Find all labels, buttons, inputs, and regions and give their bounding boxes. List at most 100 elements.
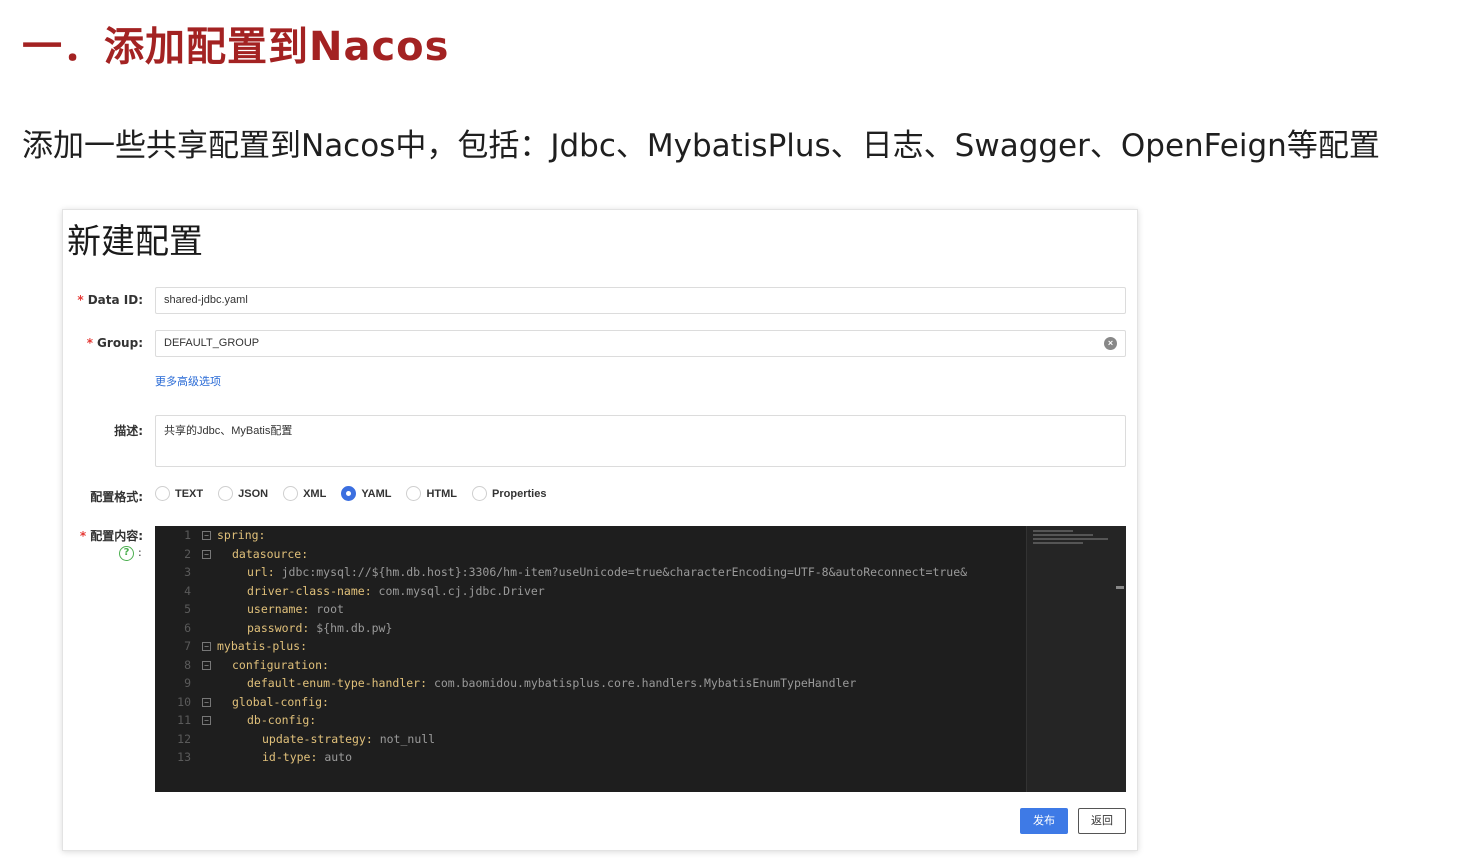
fold-toggle-icon[interactable]: − [202, 716, 211, 725]
radio-yaml[interactable]: YAML [341, 486, 391, 501]
yaml-key: global-config: [232, 694, 329, 709]
yaml-key: id-type: [262, 750, 318, 764]
code-line[interactable]: 13 id-type: auto [155, 748, 1025, 767]
minimap-line [1033, 534, 1093, 536]
code-line[interactable]: 12 update-strategy: not_null [155, 730, 1025, 749]
slide-description: 添加一些共享配置到Nacos中，包括：Jdbc、MybatisPlus、日志、S… [22, 128, 1380, 164]
code-line[interactable]: 4 driver-class-name: com.mysql.cj.jdbc.Dr… [155, 582, 1025, 601]
code-text: id-type: auto [262, 748, 352, 767]
code-text: global-config: [232, 693, 329, 712]
yaml-key: username: [247, 602, 310, 616]
line-number: 11 [177, 713, 191, 727]
yaml-value: com.mysql.cj.jdbc.Driver [371, 583, 545, 598]
group-input[interactable]: DEFAULT_GROUP × [155, 330, 1126, 357]
minimap-line [1033, 530, 1073, 532]
code-text: username: root [247, 600, 344, 619]
code-line[interactable]: 1 − spring: [155, 526, 1025, 545]
help-colon: : [138, 546, 142, 559]
radio-circle-icon [406, 486, 422, 501]
line-number: 3 [184, 565, 191, 579]
yaml-value: com.baomidou.mybatisplus.core.handlers.M… [427, 676, 857, 690]
minimap-line [1033, 542, 1083, 544]
yaml-value: ${hm.db.pw} [309, 620, 393, 635]
yaml-key: password: [247, 620, 310, 635]
yaml-key: spring: [217, 528, 266, 542]
help-icon[interactable]: ? [119, 546, 134, 561]
fold-toggle-icon[interactable]: − [202, 531, 211, 540]
code-text: password: ${hm.db.pw} [247, 619, 392, 638]
group-label: * Group: [86, 336, 143, 350]
editor-minimap[interactable] [1026, 526, 1126, 792]
line-number: 2 [184, 546, 191, 561]
editor-scrollbar[interactable] [1116, 586, 1124, 589]
code-text: url: jdbc:mysql://${hm.db.host}:3306/hm-… [247, 563, 967, 582]
radio-html[interactable]: HTML [406, 486, 457, 501]
code-text: default-enum-type-handler: com.baomidou.… [247, 674, 856, 693]
format-label: 配置格式: [90, 490, 143, 504]
code-editor[interactable]: 1− spring: 2− datasource: 3 url: jdbc:mysql:/… [155, 526, 1126, 792]
description-textarea[interactable]: 共享的Jdbc、MyBatis配置 [155, 415, 1126, 467]
line-number: 8 [184, 657, 191, 672]
code-text: spring: [217, 526, 265, 545]
code-line[interactable]: 9 default-enum-type-handler: com.baomidou… [155, 674, 1025, 693]
line-number: 4 [184, 583, 191, 598]
radio-circle-icon [472, 486, 488, 501]
format-radio-group: TEXT JSON XML YAML HTML Properties [155, 486, 561, 501]
code-text: update-strategy: not_null [262, 730, 435, 749]
yaml-value: root [309, 602, 344, 616]
code-text: datasource: [232, 545, 308, 564]
fold-toggle-icon[interactable]: − [202, 642, 211, 651]
line-number: 5 [184, 602, 191, 616]
back-button[interactable]: 返回 [1078, 808, 1126, 834]
yaml-value: auto [317, 750, 353, 764]
yaml-key: datasource: [232, 546, 309, 561]
yaml-key: url: [247, 565, 275, 579]
fold-toggle-icon[interactable]: − [202, 549, 211, 559]
line-number: 13 [177, 750, 191, 764]
data-id-input[interactable]: shared-jdbc.yaml [155, 287, 1126, 314]
code-line[interactable]: 8 − configuration: [155, 656, 1025, 675]
code-line[interactable]: 2 − datasource: [155, 545, 1025, 564]
code-line[interactable]: 3 url: jdbc:mysql://${hm.db.host}:3306/hm… [155, 563, 1025, 582]
line-number: 12 [177, 731, 191, 746]
line-number: 7 [184, 639, 191, 653]
code-line[interactable]: 5 username: root [155, 600, 1025, 619]
fold-toggle-icon[interactable]: − [202, 697, 211, 707]
line-number: 10 [177, 694, 191, 709]
radio-text[interactable]: TEXT [155, 486, 203, 501]
publish-button[interactable]: 发布 [1020, 808, 1068, 834]
group-value: DEFAULT_GROUP [164, 337, 260, 349]
advanced-options-link[interactable]: 更多高级选项 [155, 373, 221, 389]
yaml-value: jdbc:mysql://${hm.db.host}:3306/hm-item?… [274, 565, 968, 579]
yaml-key: configuration: [232, 657, 329, 672]
fold-toggle-icon[interactable]: − [202, 660, 211, 670]
new-config-panel: 新建配置 * Data ID: shared-jdbc.yaml * Group: … [62, 209, 1138, 851]
radio-properties[interactable]: Properties [472, 486, 546, 501]
code-line[interactable]: 10 − global-config: [155, 693, 1025, 712]
line-number: 9 [184, 676, 191, 690]
content-label: * 配置内容: [79, 529, 143, 543]
yaml-key: update-strategy: [262, 731, 373, 746]
yaml-key: default-enum-type-handler: [247, 676, 428, 690]
line-number: 1 [184, 528, 191, 542]
description-label: 描述: [114, 424, 143, 438]
radio-checked-icon [341, 486, 357, 501]
code-line[interactable]: 7 − mybatis-plus: [155, 637, 1025, 656]
code-text: db-config: [247, 711, 316, 730]
yaml-value: not_null [372, 731, 436, 746]
code-line[interactable]: 6 password: ${hm.db.pw} [155, 619, 1025, 638]
radio-json[interactable]: JSON [218, 486, 268, 501]
radio-circle-icon [218, 486, 234, 501]
code-text: configuration: [232, 656, 329, 675]
slide-title: 一．添加配置到Nacos [22, 24, 450, 70]
clear-icon[interactable]: × [1104, 337, 1117, 350]
code-text: driver-class-name: com.mysql.cj.jdbc.Dri… [247, 582, 545, 601]
code-line[interactable]: 11 − db-config: [155, 711, 1025, 730]
data-id-label: * Data ID: [77, 293, 143, 307]
radio-xml[interactable]: XML [283, 486, 326, 501]
radio-circle-icon [155, 486, 170, 501]
line-number: 6 [184, 620, 191, 635]
minimap-line [1033, 538, 1108, 540]
yaml-key: db-config: [247, 713, 317, 727]
radio-circle-icon [283, 486, 299, 501]
